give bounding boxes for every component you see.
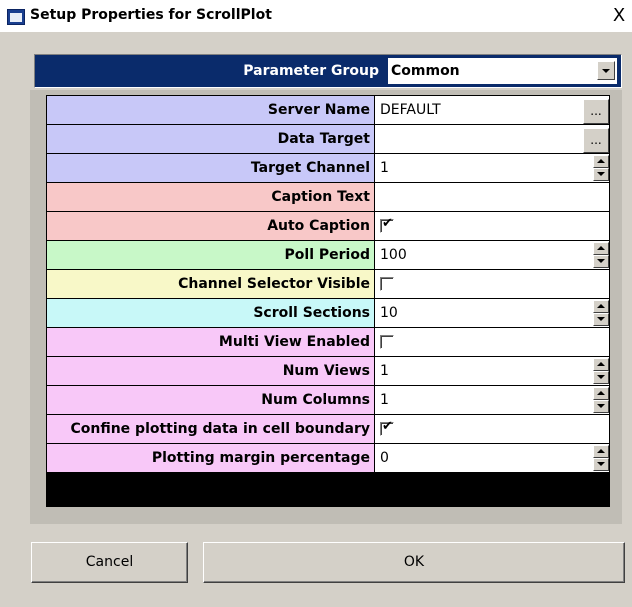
- property-row: Num Columns 1: [47, 386, 609, 414]
- spin-control[interactable]: [593, 242, 609, 268]
- cancel-button[interactable]: Cancel: [31, 542, 188, 583]
- property-checkbox[interactable]: [380, 335, 394, 349]
- property-value-cell[interactable]: ✔: [375, 415, 609, 443]
- spin-down-icon[interactable]: [593, 371, 609, 384]
- property-label: Data Target: [47, 125, 374, 153]
- property-value-cell[interactable]: 1: [375, 154, 609, 182]
- browse-button[interactable]: ...: [583, 99, 609, 124]
- window-title: Setup Properties for ScrollPlot: [30, 7, 272, 23]
- close-icon: X: [612, 5, 626, 26]
- property-grid: Server Name DEFAULT... Data Target... Targe…: [46, 95, 610, 507]
- property-value-cell[interactable]: ✔: [375, 212, 609, 240]
- spin-up-icon[interactable]: [593, 387, 609, 400]
- parameter-group-label: Parameter Group: [243, 63, 379, 79]
- checkmark-icon: ✔: [382, 419, 393, 434]
- property-value: 100: [380, 247, 407, 263]
- spin-down-icon[interactable]: [593, 168, 609, 181]
- property-value: DEFAULT: [380, 102, 441, 118]
- property-grid-panel: Server Name DEFAULT... Data Target... Targe…: [30, 90, 622, 524]
- property-row: Auto Caption ✔: [47, 212, 609, 240]
- checkmark-icon: ✔: [382, 216, 393, 231]
- window-app-icon: [7, 9, 25, 25]
- close-button[interactable]: X: [609, 6, 629, 26]
- property-value: 1: [380, 160, 389, 176]
- property-checkbox[interactable]: [380, 277, 394, 291]
- spin-control[interactable]: [593, 358, 609, 384]
- property-row: Num Views 1: [47, 357, 609, 385]
- property-value-cell[interactable]: 10: [375, 299, 609, 327]
- property-value-cell[interactable]: ...: [375, 125, 609, 153]
- property-label: Confine plotting data in cell boundary: [47, 415, 374, 443]
- property-label: Scroll Sections: [47, 299, 374, 327]
- property-label: Auto Caption: [47, 212, 374, 240]
- property-value-cell[interactable]: [375, 270, 609, 298]
- property-label: Poll Period: [47, 241, 374, 269]
- property-value-cell[interactable]: 1: [375, 357, 609, 385]
- property-row: Scroll Sections 10: [47, 299, 609, 327]
- spin-up-icon[interactable]: [593, 155, 609, 168]
- property-row: Channel Selector Visible: [47, 270, 609, 298]
- spin-down-icon[interactable]: [593, 400, 609, 413]
- property-row: Multi View Enabled: [47, 328, 609, 356]
- spin-up-icon[interactable]: [593, 445, 609, 458]
- property-row: Poll Period 100: [47, 241, 609, 269]
- property-label: Num Columns: [47, 386, 374, 414]
- property-value: 1: [380, 363, 389, 379]
- spin-up-icon[interactable]: [593, 358, 609, 371]
- property-value-cell[interactable]: 0: [375, 444, 609, 472]
- parameter-group-value: Common: [391, 63, 460, 79]
- property-label: Channel Selector Visible: [47, 270, 374, 298]
- property-row: Data Target...: [47, 125, 609, 153]
- property-value-cell[interactable]: [375, 328, 609, 356]
- property-value: 0: [380, 450, 389, 466]
- property-row: Confine plotting data in cell boundary ✔: [47, 415, 609, 443]
- property-checkbox[interactable]: ✔: [380, 419, 394, 436]
- property-row: Target Channel 1: [47, 154, 609, 182]
- property-label: Server Name: [47, 96, 374, 124]
- chevron-down-icon[interactable]: [597, 61, 615, 80]
- property-label: Multi View Enabled: [47, 328, 374, 356]
- property-label: Num Views: [47, 357, 374, 385]
- spin-control[interactable]: [593, 300, 609, 326]
- property-row: Caption Text: [47, 183, 609, 211]
- property-row: Server Name DEFAULT...: [47, 96, 609, 124]
- spin-up-icon[interactable]: [593, 242, 609, 255]
- property-value-cell[interactable]: DEFAULT...: [375, 96, 609, 124]
- property-checkbox[interactable]: ✔: [380, 216, 394, 233]
- property-label: Target Channel: [47, 154, 374, 182]
- parameter-group-select[interactable]: Common: [388, 58, 617, 84]
- spin-down-icon[interactable]: [593, 458, 609, 471]
- parameter-group-row: Parameter Group Common: [34, 54, 622, 88]
- spin-up-icon[interactable]: [593, 300, 609, 313]
- spin-down-icon[interactable]: [593, 313, 609, 326]
- property-row: Plotting margin percentage 0: [47, 444, 609, 472]
- property-value: 10: [380, 305, 398, 321]
- property-value-cell[interactable]: [375, 183, 609, 211]
- property-value-cell[interactable]: 100: [375, 241, 609, 269]
- spin-control[interactable]: [593, 155, 609, 181]
- property-label: Plotting margin percentage: [47, 444, 374, 472]
- title-bar: Setup Properties for ScrollPlot X: [0, 0, 632, 32]
- spin-control[interactable]: [593, 445, 609, 471]
- property-value-cell[interactable]: 1: [375, 386, 609, 414]
- browse-button[interactable]: ...: [583, 128, 609, 153]
- ok-button[interactable]: OK: [203, 542, 625, 583]
- spin-down-icon[interactable]: [593, 255, 609, 268]
- property-value: 1: [380, 392, 389, 408]
- property-label: Caption Text: [47, 183, 374, 211]
- spin-control[interactable]: [593, 387, 609, 413]
